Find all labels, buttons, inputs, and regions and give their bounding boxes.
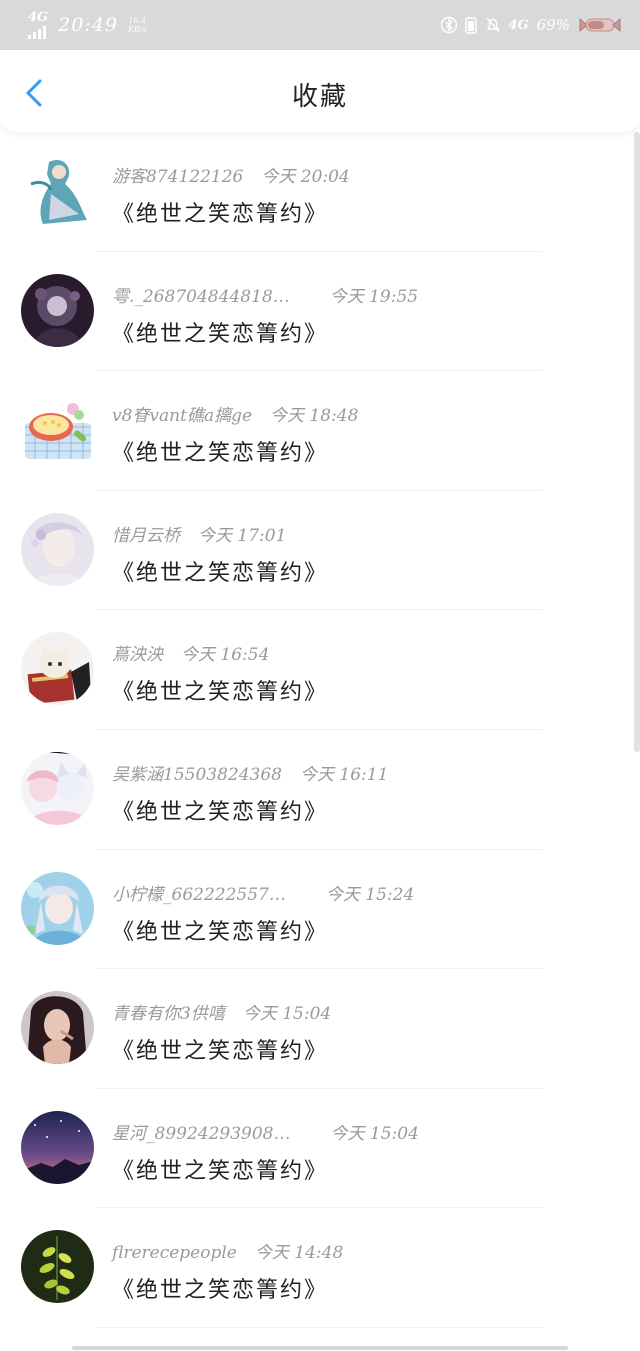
item-title: 《绝世之笑恋箐约》 [112,1278,329,1304]
avatar [21,273,94,347]
avatar [21,871,94,945]
item-title: 《绝世之笑恋箐约》 [112,560,329,586]
item-meta: 惜月云桥 今天 17:01 [112,521,286,546]
list-item[interactable]: 星河_89924293908… 今天 15:04 《绝世之笑恋箐约》 [0,1089,640,1209]
list-item[interactable]: 青春有你3供嘻 今天 15:04 《绝世之笑恋箐约》 [0,969,640,1089]
network-speed-value: 16.4 [128,16,147,25]
item-title: 《绝世之笑恋箐约》 [112,202,329,227]
username: flrerecepeople [112,1243,237,1264]
mute-notification-icon [485,17,500,33]
avatar [21,393,94,467]
item-title: 《绝世之笑恋箐约》 [112,321,329,347]
item-title: 《绝世之笑恋箐约》 [112,1039,329,1065]
network-type: 4G [28,9,49,25]
username: 雩._268704844818… [112,286,290,307]
item-title: 《绝世之笑恋箐约》 [112,1158,329,1184]
status-bar: 4G 20:49 16.4 KB/s 4G 69% [0,0,640,50]
list-item[interactable]: 小柠檬_662222557… 今天 15:24 《绝世之笑恋箐约》 [0,850,640,970]
avatar [21,512,94,586]
candy-battery-icon [579,18,621,32]
username: 吴紫涵15503824368 [112,764,282,785]
timestamp: 今天 16:11 [299,764,389,785]
timestamp: 今天 18:48 [270,406,359,427]
avatar [21,632,94,706]
timestamp: 今天 14:48 [254,1243,344,1264]
list-item[interactable]: 游客874122126 今天 20:04 《绝世之笑恋箐约》 [0,132,640,252]
username: 蔦泱泱 [112,645,163,666]
item-meta: 青春有你3供嘻 今天 15:04 [112,999,331,1024]
item-meta: 雩._268704844818… 今天 19:55 [112,282,418,307]
item-meta: 小柠檬_662222557… 今天 15:24 [112,880,414,905]
avatar [21,991,94,1065]
clock: 20:49 [58,14,118,36]
status-right: 4G 69% [440,16,623,34]
item-meta: 游客874122126 今天 20:04 [112,162,350,187]
avatar [21,1230,94,1304]
avatar [21,751,94,825]
app-header: 收藏 [0,50,640,132]
battery-percent: 69% [536,16,570,34]
bluetooth-icon [440,16,457,34]
username: 星河_89924293908… [112,1123,291,1144]
timestamp: 今天 15:04 [242,1004,332,1025]
timestamp: 今天 20:04 [261,167,350,187]
avatar [21,1110,94,1184]
phone-battery-icon [464,17,477,34]
divider [96,1326,542,1328]
signal-bars-icon [28,25,48,39]
item-meta: 吴紫涵15503824368 今天 16:11 [112,760,388,785]
timestamp: 今天 17:01 [198,525,287,546]
status-left: 4G 20:49 16.4 KB/s [28,9,147,39]
item-title: 《绝世之笑恋箐约》 [112,680,329,706]
item-meta: flrerecepeople 今天 14:48 [112,1238,343,1263]
item-title: 《绝世之笑恋箐约》 [112,441,329,467]
bottom-gesture-bar [72,1346,568,1350]
network-speed-unit: KB/s [127,25,147,34]
username: 游客874122126 [112,167,244,187]
list-item[interactable]: 惜月云桥 今天 17:01 《绝世之笑恋箐约》 [0,491,640,611]
item-meta: 星河_89924293908… 今天 15:04 [112,1119,419,1144]
scrollbar[interactable] [634,132,640,752]
network-type-right: 4G [508,17,529,33]
username: 惜月云桥 [112,525,180,546]
item-meta: 蔦泱泱 今天 16:54 [112,640,269,665]
network-speed: 16.4 KB/s [128,16,147,34]
timestamp: 今天 15:04 [330,1123,419,1144]
list-item[interactable]: 雩._268704844818… 今天 19:55 《绝世之笑恋箐约》 [0,252,640,372]
signal-indicator: 4G [28,9,49,39]
list-item[interactable]: v8眘vant礁a摛ge 今天 18:48 《绝世之笑恋箐约》 [0,371,640,491]
timestamp: 今天 19:55 [329,286,419,307]
favorites-list: 游客874122126 今天 20:04 《绝世之笑恋箐约》 雩._2687048… [0,132,640,1328]
item-title: 《绝世之笑恋箐约》 [112,799,329,825]
timestamp: 今天 15:24 [325,884,415,905]
page-title: 收藏 [291,82,348,112]
list-item[interactable]: 蔦泱泱 今天 16:54 《绝世之笑恋箐约》 [0,610,640,730]
avatar [21,154,94,227]
list-item[interactable]: 吴紫涵15503824368 今天 16:11 《绝世之笑恋箐约》 [0,730,640,850]
item-meta: v8眘vant礁a摛ge 今天 18:48 [112,401,358,426]
username: 青春有你3供嘻 [112,1004,225,1025]
username: 小柠檬_662222557… [112,884,286,905]
timestamp: 今天 16:54 [181,645,270,666]
username: v8眘vant礁a摛ge [112,406,253,427]
list-item[interactable]: flrerecepeople 今天 14:48 《绝世之笑恋箐约》 [0,1208,640,1328]
item-title: 《绝世之笑恋箐约》 [112,919,329,945]
